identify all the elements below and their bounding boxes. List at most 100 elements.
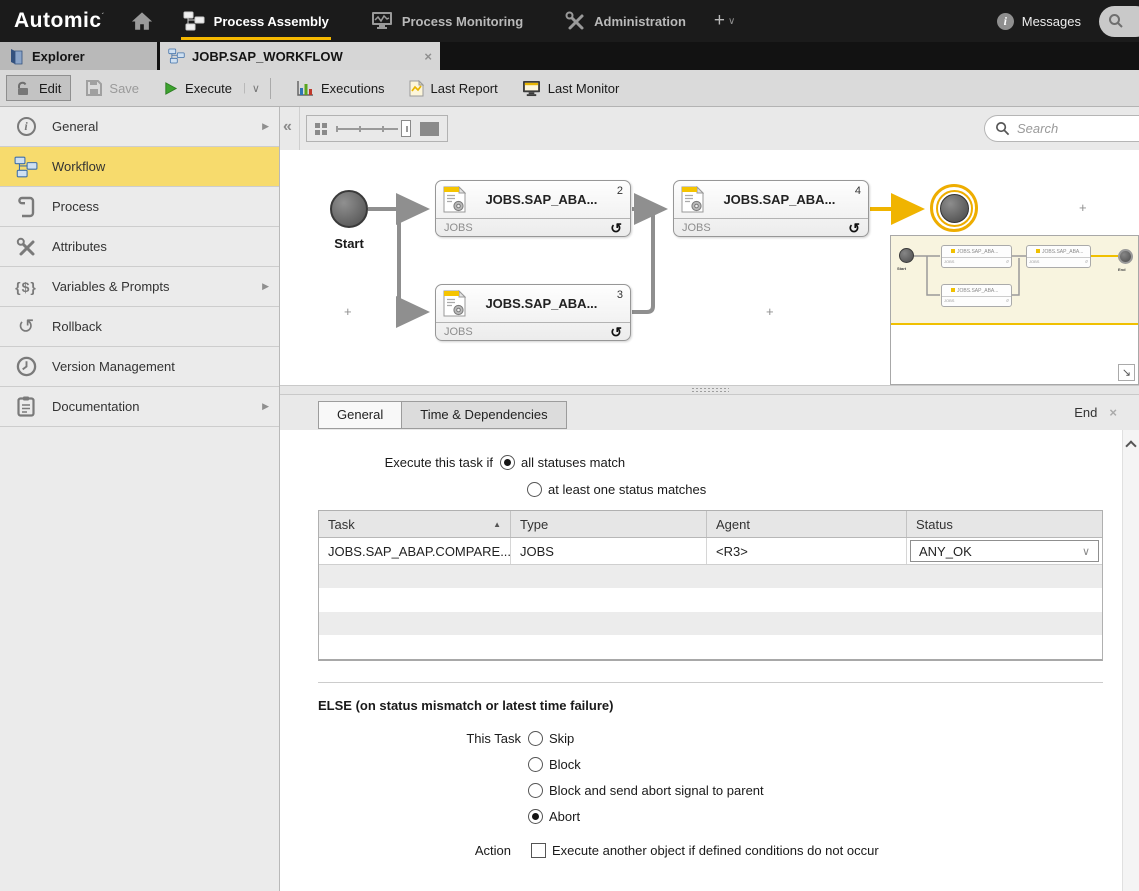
variables-icon: {$} [13, 279, 39, 295]
document-tab-bar: Explorer JOBP.SAP_WORKFLOW × [0, 42, 1139, 70]
add-perspective-button[interactable]: + ∨ [714, 10, 735, 32]
column-header-status[interactable]: Status [907, 511, 1102, 537]
automic-app-window: Automic´ Process Assembly Process Monito… [0, 0, 1139, 891]
properties-panel-content: Execute this task if all statuses match … [280, 430, 1139, 891]
zoom-slider-track[interactable] [336, 128, 398, 130]
home-button[interactable] [131, 11, 153, 32]
close-icon[interactable]: × [1109, 405, 1117, 420]
sidebar-item-general[interactable]: i General ▶ [0, 107, 279, 147]
last-monitor-button[interactable]: Last Monitor [513, 75, 629, 101]
minimap-connectors [891, 236, 1138, 325]
sidebar-item-attributes[interactable]: Attributes [0, 227, 279, 267]
properties-tab-bar: General Time & Dependencies End × [280, 395, 1139, 430]
task-type-label: JOBS [682, 222, 711, 234]
workflow-canvas[interactable]: Start JOBS.SAP_ABA... 2 JOBS [280, 150, 1139, 385]
radio-block[interactable] [528, 757, 543, 772]
checkbox-execute-another-object[interactable] [531, 843, 546, 858]
table-row[interactable]: JOBS.SAP_ABAP.COMPARE... JOBS <R3> ANY_O… [319, 538, 1102, 565]
chevron-down-icon: ∨ [1082, 545, 1090, 558]
canvas-search-box[interactable] [984, 115, 1139, 142]
tab-general-properties[interactable]: General [318, 401, 402, 429]
add-node-marker[interactable]: + [766, 304, 774, 319]
workflow-task-node[interactable]: JOBS.SAP_ABA... 2 JOBS ↺ [435, 180, 631, 237]
zoom-max-icon[interactable] [420, 122, 439, 136]
column-header-agent[interactable]: Agent [707, 511, 907, 537]
explorer-book-icon [9, 48, 24, 65]
tab-jobp-sap-workflow[interactable]: JOBP.SAP_WORKFLOW × [160, 42, 440, 70]
scroll-up-icon[interactable] [1125, 440, 1136, 451]
end-node-selected[interactable] [930, 184, 978, 232]
nav-process-assembly[interactable]: Process Assembly [171, 0, 341, 42]
restart-icon: ↺ [848, 221, 860, 235]
global-search-button[interactable] [1099, 6, 1139, 37]
radio-skip[interactable] [528, 731, 543, 746]
add-node-marker[interactable]: + [344, 304, 352, 319]
radio-abort[interactable] [528, 809, 543, 824]
sidebar-item-workflow[interactable]: Workflow [0, 147, 279, 187]
execute-button[interactable]: Execute [154, 75, 241, 101]
minimap-task-node: JOBS.SAP_ABA... JOBS↺ [941, 245, 1012, 268]
tab-explorer-label: Explorer [32, 49, 85, 64]
tab-label: General [337, 407, 383, 422]
cell-type: JOBS [511, 538, 707, 564]
sidebar-item-label: Workflow [52, 159, 269, 174]
grid-view-icon[interactable] [315, 123, 327, 135]
executions-button[interactable]: Executions [287, 75, 394, 101]
sidebar-item-documentation[interactable]: Documentation ▶ [0, 387, 279, 427]
status-dropdown[interactable]: ANY_OK ∨ [910, 540, 1099, 562]
canvas-toolbar-strip: « [280, 107, 1139, 150]
column-header-type[interactable]: Type [511, 511, 707, 537]
edit-button[interactable]: Edit [6, 75, 71, 101]
radio-all-statuses-match[interactable] [500, 455, 515, 470]
column-header-task[interactable]: Task ▲ [319, 511, 511, 537]
plus-icon: + [714, 10, 725, 32]
workflow-task-node[interactable]: JOBS.SAP_ABA... 4 JOBS ↺ [673, 180, 869, 237]
zoom-tick [359, 126, 361, 132]
minimap-task-node: JOBS.SAP_ABA... JOBS↺ [941, 284, 1012, 307]
sidebar-item-label: Rollback [52, 319, 269, 334]
close-icon[interactable]: × [424, 49, 432, 64]
sap-job-icon [681, 186, 704, 213]
minimap-resize-handle[interactable]: ↘ [1118, 364, 1135, 381]
zoom-control[interactable] [306, 115, 448, 142]
sidebar-item-rollback[interactable]: ↺ Rollback [0, 307, 279, 347]
nav-label: Administration [594, 14, 686, 29]
object-sidebar: i General ▶ Workflow Proce [0, 107, 280, 891]
zoom-tick [336, 126, 338, 132]
script-icon [13, 196, 39, 218]
messages-button[interactable]: Messages [1022, 14, 1081, 29]
collapse-sidebar-button[interactable]: « [283, 118, 292, 136]
minimap-panel[interactable]: Start JOBS.SAP_ABA... JOBS↺ JOBS.SAP_ABA… [890, 235, 1139, 385]
sidebar-item-process[interactable]: Process [0, 187, 279, 227]
tab-explorer[interactable]: Explorer [0, 42, 157, 70]
monitor-icon [522, 80, 541, 97]
save-button[interactable]: Save [77, 75, 148, 101]
panel-scrollbar[interactable] [1122, 430, 1139, 891]
add-node-marker[interactable]: + [1079, 200, 1087, 215]
workflow-task-node[interactable]: JOBS.SAP_ABA... 3 JOBS ↺ [435, 284, 631, 341]
search-icon [995, 121, 1010, 136]
empty-table-row [319, 565, 1102, 588]
toolbar-separator [270, 78, 271, 99]
nav-administration[interactable]: Administration [553, 0, 698, 42]
horizontal-splitter[interactable] [280, 385, 1139, 395]
sidebar-item-variables-prompts[interactable]: {$} Variables & Prompts ▶ [0, 267, 279, 307]
search-input[interactable] [1017, 121, 1117, 136]
nav-process-monitoring[interactable]: Process Monitoring [359, 0, 535, 42]
sidebar-item-label: Version Management [52, 359, 269, 374]
monitor-icon [371, 11, 393, 31]
checkbox-label: Execute another object if defined condit… [552, 843, 879, 858]
clock-icon [13, 356, 39, 377]
save-label: Save [109, 81, 139, 96]
minimap-end-node [1118, 249, 1133, 264]
sidebar-item-version-management[interactable]: Version Management [0, 347, 279, 387]
start-node[interactable] [330, 190, 368, 228]
task-number: 2 [617, 185, 623, 197]
radio-block-abort-parent[interactable] [528, 783, 543, 798]
execute-if-label: Execute this task if [318, 455, 493, 470]
execute-dropdown-button[interactable]: | ∨ [243, 82, 260, 95]
last-report-button[interactable]: Last Report [400, 75, 507, 101]
radio-at-least-one-status[interactable] [527, 482, 542, 497]
tab-time-dependencies[interactable]: Time & Dependencies [402, 401, 566, 429]
sort-asc-icon: ▲ [493, 520, 501, 529]
